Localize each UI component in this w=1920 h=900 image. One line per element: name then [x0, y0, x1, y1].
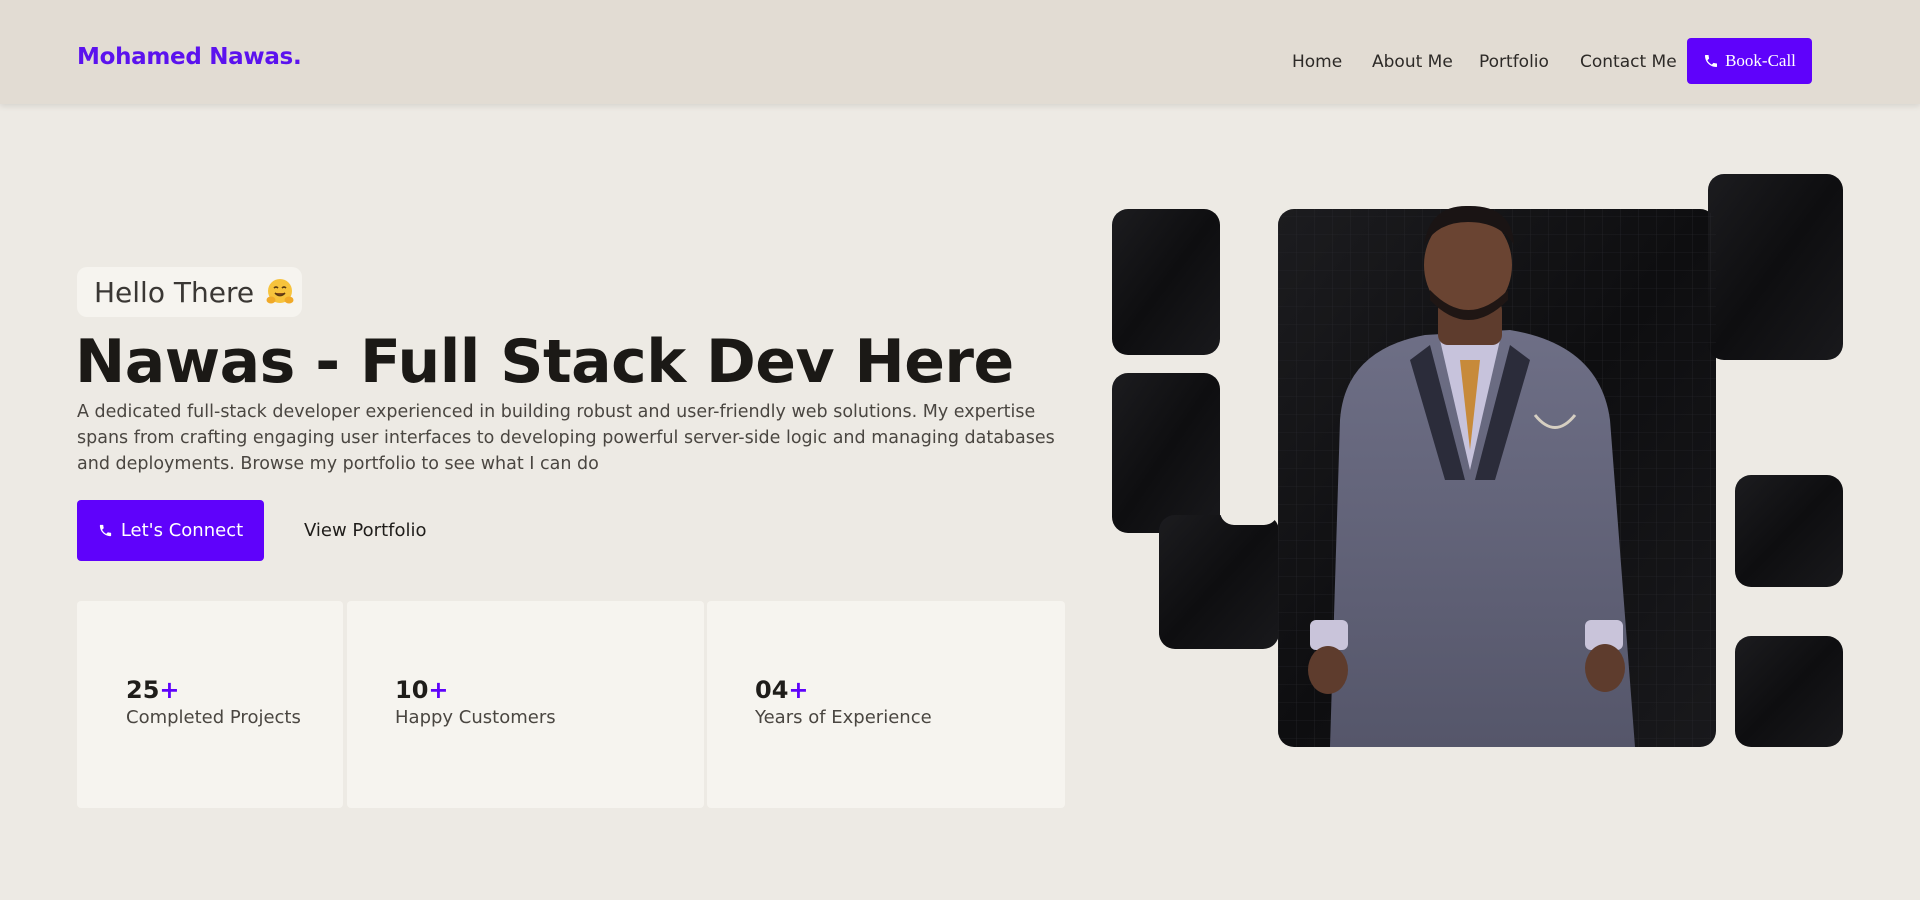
book-call-button[interactable]: Book-Call — [1687, 38, 1812, 84]
nav-link-contact-me[interactable]: Contact Me — [1580, 52, 1677, 72]
nav-link-portfolio[interactable]: Portfolio — [1479, 52, 1549, 72]
stat-label-experience: Years of Experience — [755, 707, 932, 728]
greeting-badge: Hello There — [77, 267, 302, 317]
stat-card-customers — [347, 601, 704, 808]
lets-connect-button[interactable]: Let's Connect — [77, 500, 264, 561]
hero-description: A dedicated full-stack developer experie… — [77, 402, 1055, 474]
nav-link-home[interactable]: Home — [1292, 52, 1342, 72]
site-header: Mohamed Nawas. Home About Me Portfolio C… — [0, 0, 1920, 104]
lets-connect-label: Let's Connect — [120, 520, 244, 541]
logo[interactable]: Mohamed Nawas. — [77, 44, 302, 70]
stat-value-experience: 04+ — [755, 676, 809, 704]
person-figure — [1308, 205, 1635, 747]
stat-value-projects: 25+ — [126, 676, 180, 704]
phone-icon — [99, 524, 111, 537]
collage-tiles — [1112, 174, 1843, 747]
stat-card-projects — [77, 601, 343, 808]
page-title: Nawas - Full Stack Dev Here — [75, 327, 1014, 397]
greeting-text: Hello There — [94, 275, 255, 309]
hugging-face-icon — [264, 276, 296, 308]
stat-label-customers: Happy Customers — [395, 707, 556, 728]
phone-icon — [1705, 55, 1718, 67]
nav-link-about-me[interactable]: About Me — [1372, 52, 1453, 72]
stat-value-customers: 10+ — [395, 676, 449, 704]
stat-label-projects: Completed Projects — [126, 707, 301, 728]
stat-card-experience — [707, 601, 1065, 808]
book-call-label: Book-Call — [1725, 51, 1796, 70]
view-portfolio-link[interactable]: View Portfolio — [304, 520, 426, 541]
